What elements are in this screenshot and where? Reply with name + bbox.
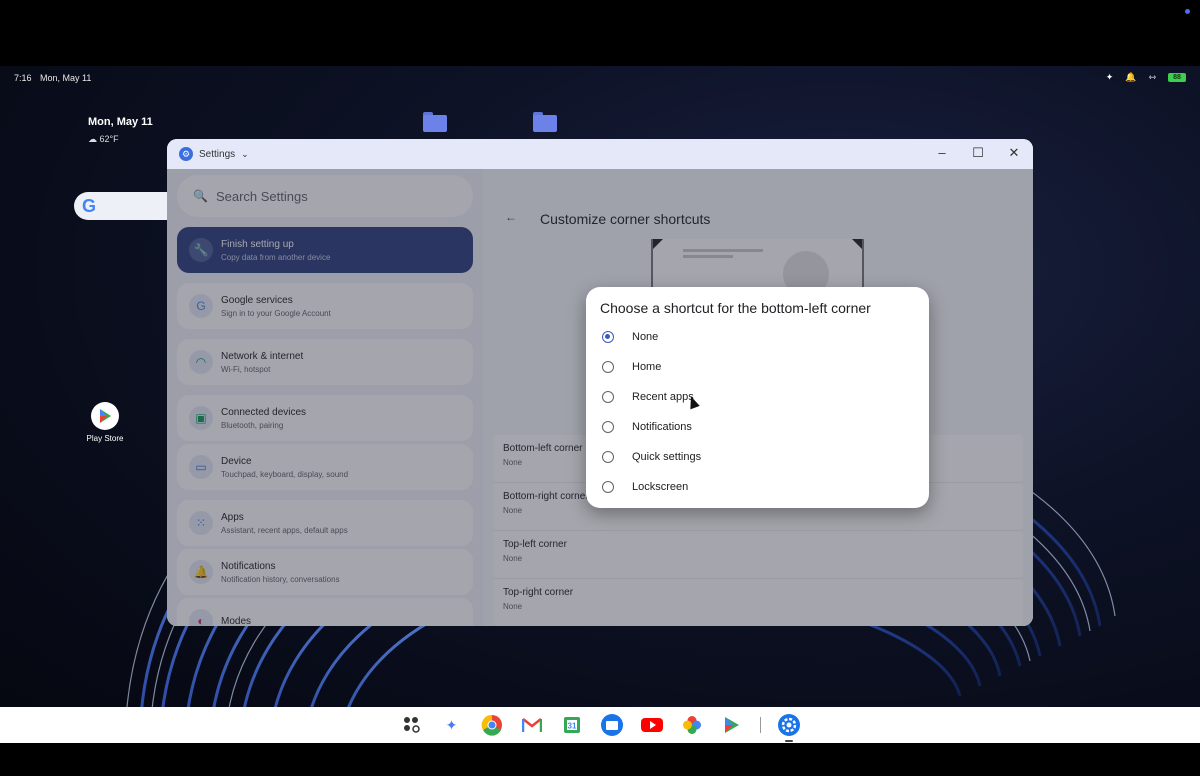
status-date[interactable]: Mon, May 11 [40,73,91,83]
radio-label: Quick settings [632,451,702,463]
launcher-icon[interactable] [400,713,424,737]
radio-button[interactable] [602,421,614,433]
radio-button[interactable] [602,361,614,373]
radio-button[interactable] [602,391,614,403]
radio-option[interactable]: Lockscreen [600,472,915,502]
maximize-button[interactable]: ☐ [971,145,985,161]
gemini-icon[interactable]: ✦ [440,713,464,737]
radio-button[interactable] [602,331,614,343]
minimize-button[interactable]: – [935,145,949,161]
radio-button[interactable] [602,451,614,463]
photos-icon[interactable] [680,713,704,737]
shelf-divider [759,717,761,733]
chevron-down-icon[interactable]: ⌄ [241,149,249,160]
shelf: ✦ 31 [0,707,1200,743]
gemini-sparkle-icon[interactable]: ✦ [1106,72,1114,83]
radio-label: Home [632,361,662,373]
radio-option[interactable]: Recent apps [600,382,915,412]
radio-label: Recent apps [632,391,694,403]
calendar-icon[interactable]: 31 [560,713,584,737]
date-weather-widget[interactable]: Mon, May 11 ☁ 62°F [88,116,153,145]
app-name[interactable]: Settings [199,149,235,160]
status-bar-left: 7:16 Mon, May 11 [14,73,97,83]
radio-label: Notifications [632,421,692,433]
radio-option[interactable]: Notifications [600,412,915,442]
radio-option[interactable]: None [600,322,915,352]
settings-icon[interactable] [777,713,801,742]
files-icon[interactable] [600,713,624,737]
chrome-icon[interactable] [480,713,504,737]
radio-option[interactable]: Quick settings [600,442,915,472]
widget-date: Mon, May 11 [88,116,153,128]
clock[interactable]: 7:16 [14,73,32,83]
desktop-folder-icon[interactable] [533,112,557,132]
recording-indicator [1185,9,1190,14]
play-store-label: Play Store [86,434,124,443]
radio-option[interactable]: Home [600,352,915,382]
battery-icon[interactable]: 88 [1168,73,1186,82]
radio-label: None [632,331,659,343]
settings-gear-icon: ⚙ [179,147,193,161]
status-tray[interactable]: ✦ 🔔 ⇿ 88 [1106,72,1186,83]
dialog-title: Choose a shortcut for the bottom-left co… [600,300,871,316]
widget-weather: ☁ 62°F [88,134,119,144]
desktop-folder-icon[interactable] [423,112,447,132]
notification-bell-icon[interactable]: 🔔 [1125,72,1136,83]
radio-label: Lockscreen [632,481,689,493]
shortcut-dialog: Choose a shortcut for the bottom-left co… [586,287,929,508]
youtube-icon[interactable] [640,713,664,737]
google-icon: G [82,196,97,216]
gmail-icon[interactable] [520,713,544,737]
window-titlebar[interactable]: ⚙ Settings ⌄ – ☐ ✕ [167,139,1033,169]
play-store-icon[interactable] [720,713,744,737]
network-icon[interactable]: ⇿ [1148,72,1156,83]
radio-button[interactable] [602,481,614,493]
play-store-shortcut[interactable]: Play Store [86,402,124,443]
play-store-icon [91,402,119,430]
google-search-bar[interactable]: G [74,192,174,220]
svg-text:31: 31 [567,722,576,731]
close-button[interactable]: ✕ [1007,145,1021,161]
